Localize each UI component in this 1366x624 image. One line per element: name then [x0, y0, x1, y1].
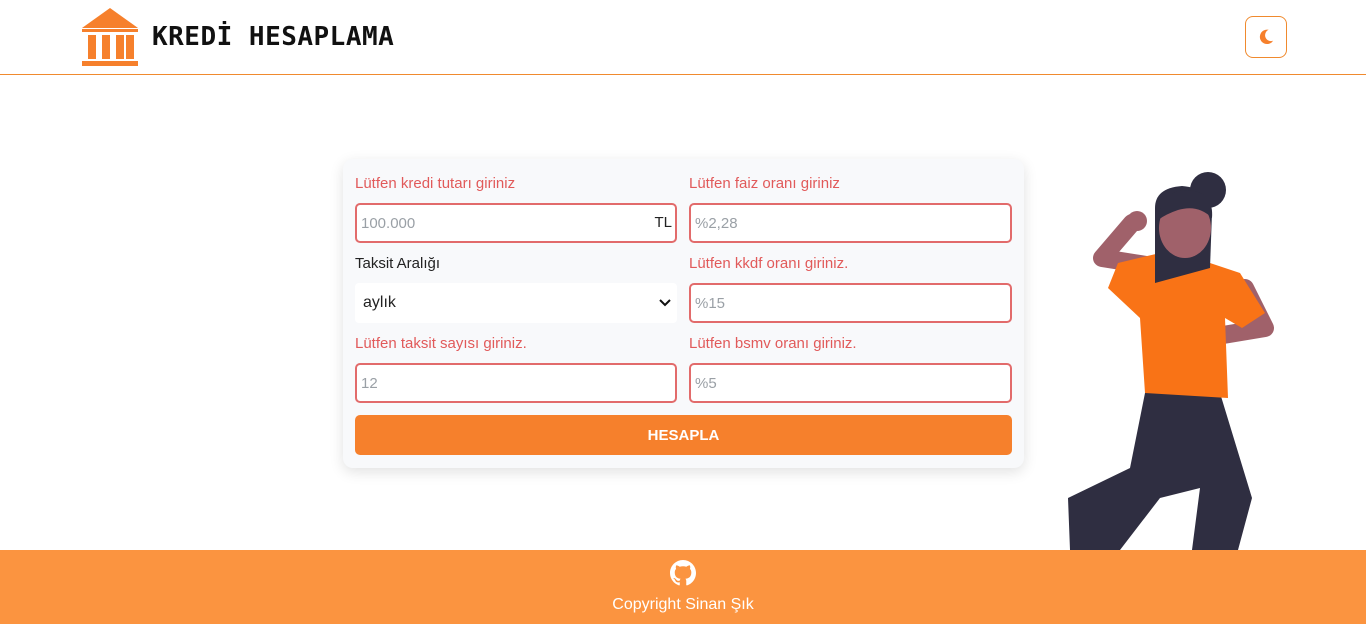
kkdf-rate-label: Lütfen kkdf oranı giriniz. — [689, 255, 849, 272]
loan-amount-field: TL — [355, 203, 677, 243]
moon-icon — [1259, 29, 1274, 45]
bsmv-rate-field — [689, 363, 1012, 403]
installment-interval-select[interactable]: aylık — [355, 283, 677, 323]
installment-count-label: Lütfen taksit sayısı giriniz. — [355, 335, 527, 352]
chevron-down-icon — [659, 299, 671, 307]
loan-amount-label: Lütfen kredi tutarı giriniz — [355, 175, 516, 192]
interest-rate-input[interactable] — [695, 205, 984, 241]
loan-form-card: Lütfen kredi tutarı giriniz TL Lütfen fa… — [343, 159, 1024, 468]
installment-interval-value: aylık — [363, 294, 396, 311]
woman-illustration — [1068, 172, 1274, 550]
interest-rate-field — [689, 203, 1012, 243]
loan-amount-input[interactable] — [361, 205, 649, 241]
installment-count-input[interactable] — [361, 365, 649, 401]
page-title: KREDİ HESAPLAMA — [152, 22, 395, 52]
calculate-button[interactable]: HESAPLA — [355, 415, 1012, 455]
bank-icon — [82, 8, 138, 66]
copyright-text: Copyright Sinan Şık — [612, 596, 754, 613]
theme-toggle-button[interactable] — [1245, 16, 1287, 58]
kkdf-rate-input[interactable] — [695, 285, 984, 321]
currency-suffix: TL — [654, 214, 672, 231]
interest-rate-label: Lütfen faiz oranı giriniz — [689, 175, 840, 192]
github-icon[interactable] — [670, 560, 696, 586]
installment-count-field — [355, 363, 677, 403]
header: KREDİ HESAPLAMA — [0, 0, 1366, 75]
kkdf-rate-field — [689, 283, 1012, 323]
footer: Copyright Sinan Şık — [0, 550, 1366, 624]
installment-interval-label: Taksit Aralığı — [355, 255, 441, 272]
bsmv-rate-label: Lütfen bsmv oranı giriniz. — [689, 335, 857, 352]
bsmv-rate-input[interactable] — [695, 365, 984, 401]
